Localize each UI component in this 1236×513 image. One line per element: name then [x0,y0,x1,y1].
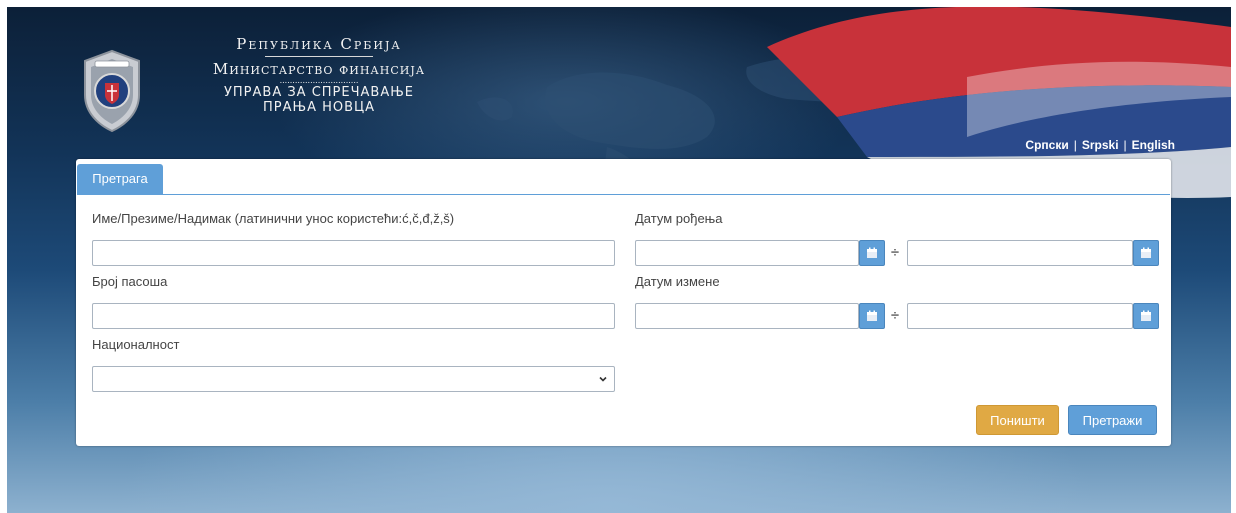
tab-search[interactable]: Претрага [77,164,163,194]
calendar-icon[interactable] [1133,303,1159,329]
nationality-value [92,366,615,392]
change-date-label: Датум измене [635,274,720,289]
search-panel: Претрага Име/Презиме/Надимак (латинични … [76,159,1171,446]
birth-date-to-input[interactable] [907,240,1133,266]
change-date-to-input[interactable] [907,303,1133,329]
administration-name-line2: ПРАЊА НОВЦА [262,100,376,115]
lang-separator: | [1073,138,1077,152]
lang-link-english[interactable]: English [1132,138,1175,152]
calendar-icon[interactable] [859,303,885,329]
lang-link-cyrillic[interactable]: Српски [1025,138,1068,152]
calendar-icon[interactable] [1133,240,1159,266]
range-separator: ÷ [890,307,900,324]
nationality-label: Националност [92,337,180,352]
birth-date-from-input[interactable] [635,240,859,266]
chevron-down-icon [599,376,607,382]
passport-label: Број пасоша [92,274,168,289]
institution-title: Република Србија Министарство финансија … [189,35,449,115]
tab-underline [77,194,1170,195]
nationality-select[interactable] [92,366,615,392]
birth-date-label: Датум рођења [635,211,723,226]
reset-button[interactable]: Поништи [976,405,1059,435]
name-input[interactable] [92,240,615,266]
lang-separator: | [1123,138,1127,152]
range-separator: ÷ [890,244,900,261]
police-badge-emblem [84,49,140,133]
passport-input[interactable] [92,303,615,329]
calendar-icon[interactable] [859,240,885,266]
name-label: Име/Презиме/Надимак (латинични унос кори… [92,211,455,226]
change-date-from-input[interactable] [635,303,859,329]
title-divider [265,56,373,57]
search-button[interactable]: Претражи [1068,405,1157,435]
administration-name-line1: УПРАВА ЗА СПРЕЧАВАЊЕ [223,85,415,100]
country-name: Република Србија [236,35,402,53]
page-background: Република Србија Министарство финансија … [7,7,1231,513]
lang-link-latin[interactable]: Srpski [1082,138,1119,152]
language-switcher: Српски | Srpski | English [1025,138,1175,152]
